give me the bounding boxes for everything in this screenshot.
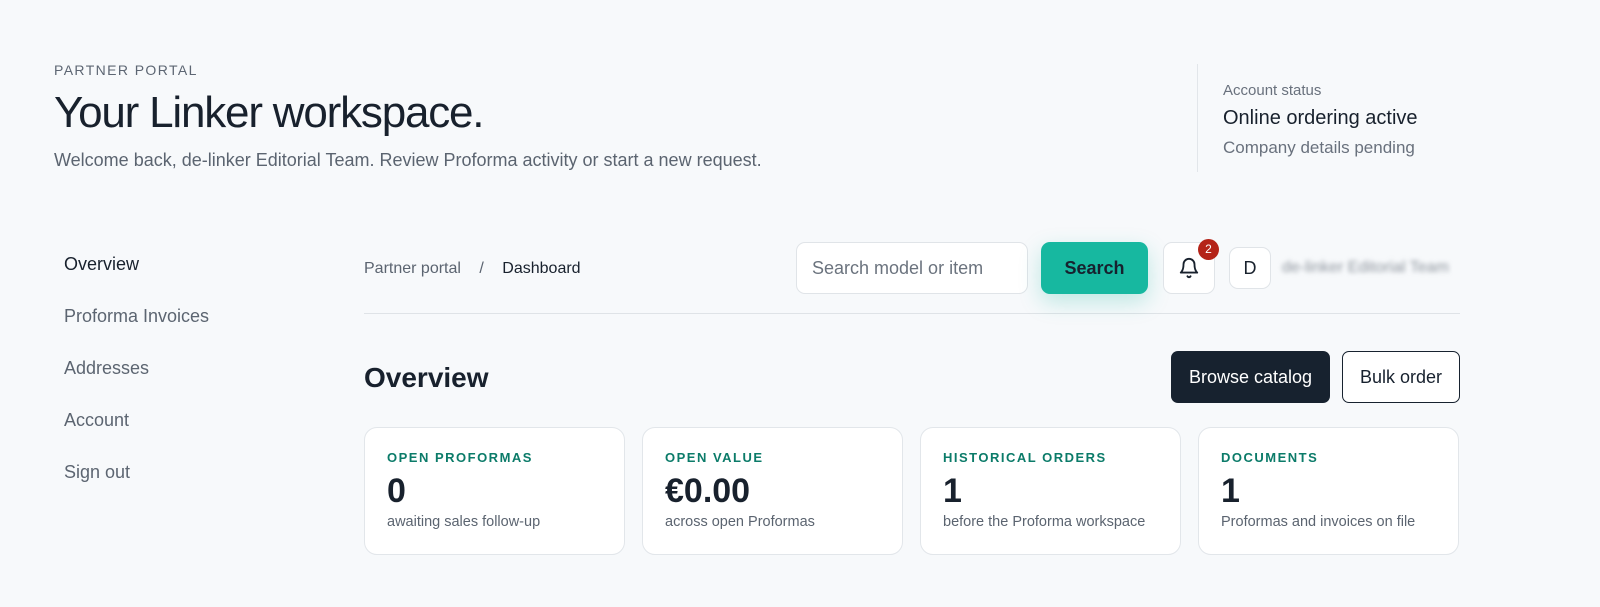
avatar[interactable]: D	[1229, 247, 1271, 289]
breadcrumb-separator: /	[479, 260, 484, 277]
open-proformas-card: OPEN PROFORMAS 0 awaiting sales follow-u…	[364, 427, 625, 555]
sidebar-item-addresses[interactable]: Addresses	[64, 357, 284, 409]
page-title: Your Linker workspace.	[54, 88, 485, 137]
bulk-order-button[interactable]: Bulk order	[1342, 351, 1460, 403]
card-label: DOCUMENTS	[1221, 450, 1319, 465]
browse-catalog-button[interactable]: Browse catalog	[1171, 351, 1330, 403]
overview-heading: Overview	[364, 362, 489, 393]
card-value: 0	[387, 472, 406, 510]
card-label: OPEN VALUE	[665, 450, 764, 465]
notification-count-badge: 2	[1198, 239, 1219, 260]
account-status-note: Company details pending	[1223, 138, 1415, 157]
sidebar-item-overview[interactable]: Overview	[64, 253, 284, 305]
card-description: awaiting sales follow-up	[387, 514, 541, 530]
card-description: Proformas and invoices on file	[1221, 514, 1416, 530]
portal-eyebrow: PARTNER PORTAL	[54, 62, 198, 78]
card-label: HISTORICAL ORDERS	[943, 450, 1107, 465]
breadcrumb-dashboard: Dashboard	[502, 260, 581, 277]
card-value: 1	[1221, 472, 1240, 510]
sidebar-item-account[interactable]: Account	[64, 409, 284, 461]
sidebar-nav: Overview Proforma Invoices Addresses Acc…	[64, 253, 284, 513]
account-status-panel: Account status Online ordering active Co…	[1197, 64, 1418, 172]
user-name: de-linker Editorial Team	[1282, 259, 1449, 276]
card-description: across open Proformas	[665, 514, 815, 530]
partner-portal-page: PARTNER PORTAL Your Linker workspace. We…	[0, 0, 1600, 607]
top-bar: Partner portal / Dashboard Search 2 D de…	[364, 239, 1460, 314]
bell-icon	[1179, 258, 1199, 279]
open-value-card: OPEN VALUE €0.00 across open Proformas	[642, 427, 903, 555]
account-status-label: Account status	[1223, 82, 1322, 99]
card-description: before the Proforma workspace	[943, 514, 1146, 530]
card-value: 1	[943, 472, 962, 510]
breadcrumb: Partner portal / Dashboard	[364, 260, 581, 278]
search-button[interactable]: Search	[1041, 242, 1148, 294]
sidebar-item-proforma-invoices[interactable]: Proforma Invoices	[64, 305, 284, 357]
welcome-message: Welcome back, de-linker Editorial Team. …	[54, 150, 762, 170]
breadcrumb-partner-portal[interactable]: Partner portal	[364, 260, 461, 277]
search-input[interactable]	[796, 242, 1028, 294]
card-value: €0.00	[665, 472, 751, 510]
hero-section: PARTNER PORTAL Your Linker workspace. We…	[54, 62, 762, 171]
sidebar-item-sign-out[interactable]: Sign out	[64, 461, 284, 513]
main-content: Partner portal / Dashboard Search 2 D de…	[364, 239, 1460, 555]
account-status-value: Online ordering active	[1223, 107, 1418, 129]
summary-cards: OPEN PROFORMAS 0 awaiting sales follow-u…	[364, 427, 1460, 555]
documents-card: DOCUMENTS 1 Proformas and invoices on fi…	[1198, 427, 1459, 555]
historical-orders-card: HISTORICAL ORDERS 1 before the Proforma …	[920, 427, 1181, 555]
overview-header: Overview Browse catalog Bulk order	[364, 314, 1460, 424]
card-label: OPEN PROFORMAS	[387, 450, 533, 465]
